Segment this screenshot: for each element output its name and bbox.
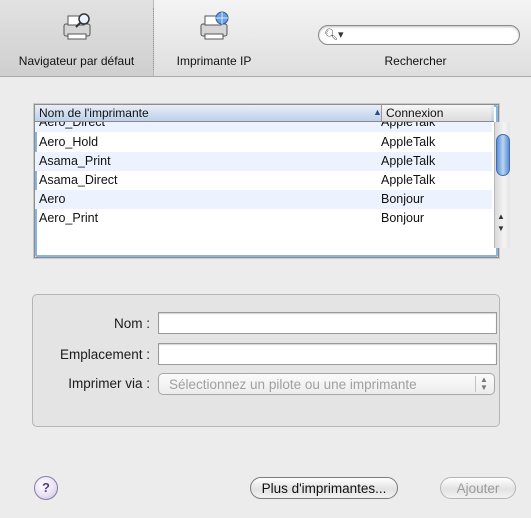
print-via-label: Imprimer via : <box>68 376 150 391</box>
scroll-down-arrow-icon[interactable]: ▼ <box>497 224 505 233</box>
printer-name: Aero <box>39 192 66 206</box>
name-field[interactable] <box>158 312 497 334</box>
printer-list: Nom de l'imprimante ▲ Connexion Aero_Dir… <box>34 104 510 258</box>
table-row[interactable]: Aero_Direct AppleTalk <box>35 122 492 132</box>
printer-name: Asama_Print <box>39 154 111 168</box>
name-label: Nom : <box>113 316 150 331</box>
popup-updown-icon: ▲ ▼ <box>475 376 492 392</box>
toolbar-default-label: Navigateur par défaut <box>18 54 135 68</box>
table-row[interactable]: Aero_Print Bonjour <box>35 209 492 228</box>
list-scrollbar[interactable]: ▲ ▼ <box>494 122 510 248</box>
scroll-up-arrow-icon[interactable]: ▲ <box>497 212 505 221</box>
printer-name: Aero_Print <box>39 211 99 225</box>
print-via-popup[interactable]: Sélectionnez un pilote ou une imprimante… <box>158 373 495 395</box>
table-row[interactable]: Asama_Direct AppleTalk <box>35 171 492 190</box>
print-via-value: Sélectionnez un pilote ou une imprimante <box>169 377 417 392</box>
toolbar-ip-label: Imprimante IP <box>176 54 252 68</box>
search-icon: 🔍︎▾ <box>324 29 344 41</box>
add-button[interactable]: Ajouter <box>440 477 516 499</box>
location-field[interactable] <box>158 343 497 365</box>
printer-connection: AppleTalk <box>381 173 436 187</box>
toolbar-ip-printer[interactable]: Imprimante IP <box>154 0 274 76</box>
location-label: Emplacement : <box>59 347 150 362</box>
printer-name: Aero_Hold <box>39 135 99 149</box>
toolbar-search: 🔍︎▾ Rechercher <box>300 0 531 76</box>
printer-connection: AppleTalk <box>381 135 436 149</box>
printer-name: Aero_Direct <box>39 122 105 129</box>
more-printers-button[interactable]: Plus d'imprimantes... <box>250 477 398 499</box>
printer-globe-icon <box>200 11 229 40</box>
table-row[interactable]: Asama_Print AppleTalk <box>35 152 492 171</box>
list-header: Nom de l'imprimante ▲ Connexion <box>35 105 494 122</box>
printer-connection: Bonjour <box>381 211 425 225</box>
printer-magnifier-icon <box>63 13 90 40</box>
printer-connection: Bonjour <box>381 192 425 206</box>
printer-name: Asama_Direct <box>39 173 118 187</box>
column-header-name[interactable]: Nom de l'imprimante <box>39 106 149 120</box>
printer-connection: AppleTalk <box>381 154 436 168</box>
printer-connection: AppleTalk <box>381 122 436 129</box>
toolbar: Navigateur par défaut Imprimante IP 🔍︎▾ … <box>0 0 531 77</box>
table-row[interactable]: Aero_Hold AppleTalk <box>35 133 492 152</box>
toolbar-search-label: Rechercher <box>384 54 447 68</box>
table-row[interactable]: Aero Bonjour <box>35 190 492 209</box>
help-button[interactable]: ? <box>34 476 58 500</box>
scrollbar-thumb[interactable] <box>496 134 510 176</box>
column-header-connection[interactable]: Connexion <box>381 105 491 121</box>
search-input[interactable]: 🔍︎▾ <box>318 25 520 45</box>
printer-rows: Aero_Direct AppleTalk Aero_Hold AppleTal… <box>35 122 492 235</box>
toolbar-default-browser[interactable]: Navigateur par défaut <box>0 0 154 76</box>
